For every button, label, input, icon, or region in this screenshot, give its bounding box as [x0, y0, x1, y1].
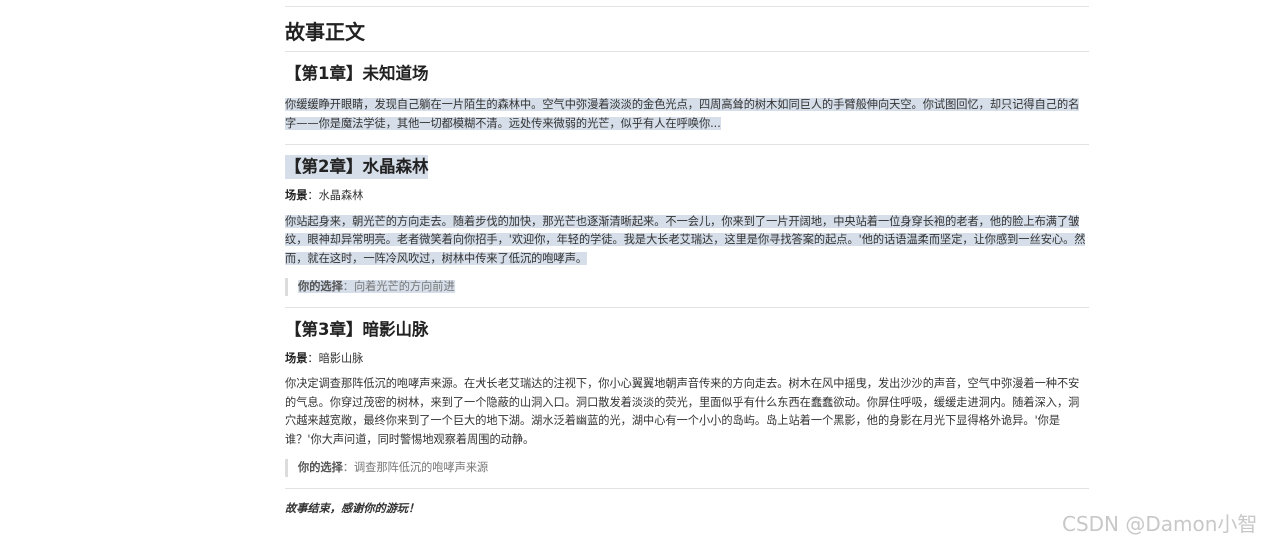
choice-label: 你的选择: [298, 460, 343, 474]
chapter-paragraph: 你缓缓睁开眼睛，发现自己躺在一片陌生的森林中。空气中弥漫着淡淡的金色光点，四周高…: [285, 96, 1089, 133]
scene-value: ：暗影山脉: [307, 351, 364, 365]
chapter-title: 【第1章】未知道场: [285, 64, 429, 83]
scene-line: 场景：暗影山脉: [285, 350, 1089, 369]
divider: [285, 51, 1089, 52]
scene-label: 场景: [285, 351, 308, 365]
chapter-3: 【第3章】暗影山脉 场景：暗影山脉 你决定调查那阵低沉的咆哮声来源。在大长老艾瑞…: [285, 318, 1089, 477]
chapter-title: 【第2章】水晶森林: [285, 155, 429, 180]
selected-text: 你站起身来，朝光芒的方向走去。随着步伐的加快，那光芒也逐渐清晰起来。不一会儿，你…: [285, 214, 1086, 265]
choice-quote: 你的选择：向着光芒的方向前进: [285, 277, 1089, 296]
divider: [285, 144, 1089, 146]
chapter-2: 【第2章】水晶森林 场景：水晶森林 你站起身来，朝光芒的方向走去。随着步伐的加快…: [285, 155, 1089, 296]
divider: [285, 487, 1089, 489]
chapter-paragraph: 你站起身来，朝光芒的方向走去。随着步伐的加快，那光芒也逐渐清晰起来。不一会儿，你…: [285, 213, 1089, 269]
section-title: 故事正文: [285, 20, 365, 44]
story-document: 故事正文 【第1章】未知道场 你缓缓睁开眼睛，发现自己躺在一片陌生的森林中。空气…: [285, 0, 1089, 518]
watermark: CSDN @Damon小智: [1062, 512, 1258, 536]
scene-label: 场景: [285, 189, 308, 203]
text-cursor-icon: [483, 377, 486, 387]
divider: [285, 6, 1089, 7]
choice-quote: 你的选择：调查那阵低沉的咆哮声来源: [285, 458, 1089, 477]
page: 故事正文 【第1章】未知道场 你缓缓睁开眼睛，发现自己躺在一片陌生的森林中。空气…: [0, 0, 1280, 544]
choice-label: 你的选择: [298, 279, 343, 293]
chapter-title: 【第3章】暗影山脉: [285, 319, 429, 339]
scene-value: ：水晶森林: [307, 189, 364, 203]
story-ending: 故事结束，感谢你的游玩！: [285, 501, 420, 515]
divider: [285, 306, 1089, 308]
chapter-1: 【第1章】未知道场 你缓缓睁开眼睛，发现自己躺在一片陌生的森林中。空气中弥漫着淡…: [285, 62, 1089, 133]
choice-value: ：调查那阵低沉的咆哮声来源: [342, 460, 489, 474]
selected-text: 你缓缓睁开眼睛，发现自己躺在一片陌生的森林中。空气中弥漫着淡淡的金色光点，四周高…: [285, 98, 1080, 130]
choice-value: ：向着光芒的方向前进: [342, 279, 455, 293]
scene-line: 场景：水晶森林: [285, 187, 1089, 206]
chapter-paragraph: 你决定调查那阵低沉的咆哮声来源。在大长老艾瑞达的注视下，你小心翼翼地朝声音传来的…: [285, 377, 1080, 446]
